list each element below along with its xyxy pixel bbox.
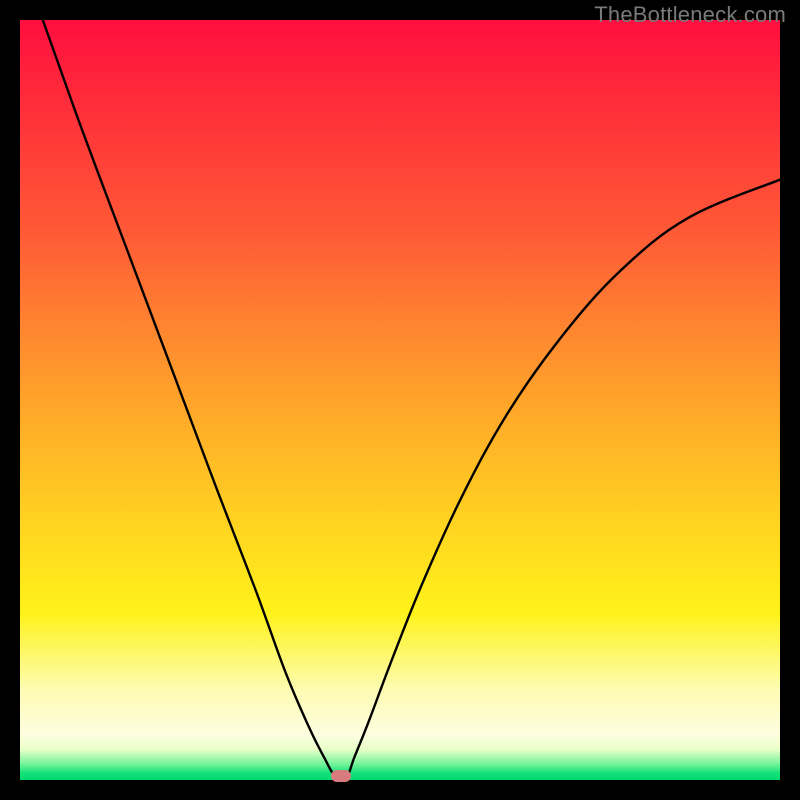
optimal-marker bbox=[331, 770, 351, 782]
watermark-label: TheBottleneck.com bbox=[594, 2, 786, 28]
curve-svg bbox=[20, 20, 780, 780]
chart-frame: TheBottleneck.com bbox=[0, 0, 800, 800]
bottleneck-curve bbox=[43, 20, 780, 779]
plot-area bbox=[20, 20, 780, 780]
